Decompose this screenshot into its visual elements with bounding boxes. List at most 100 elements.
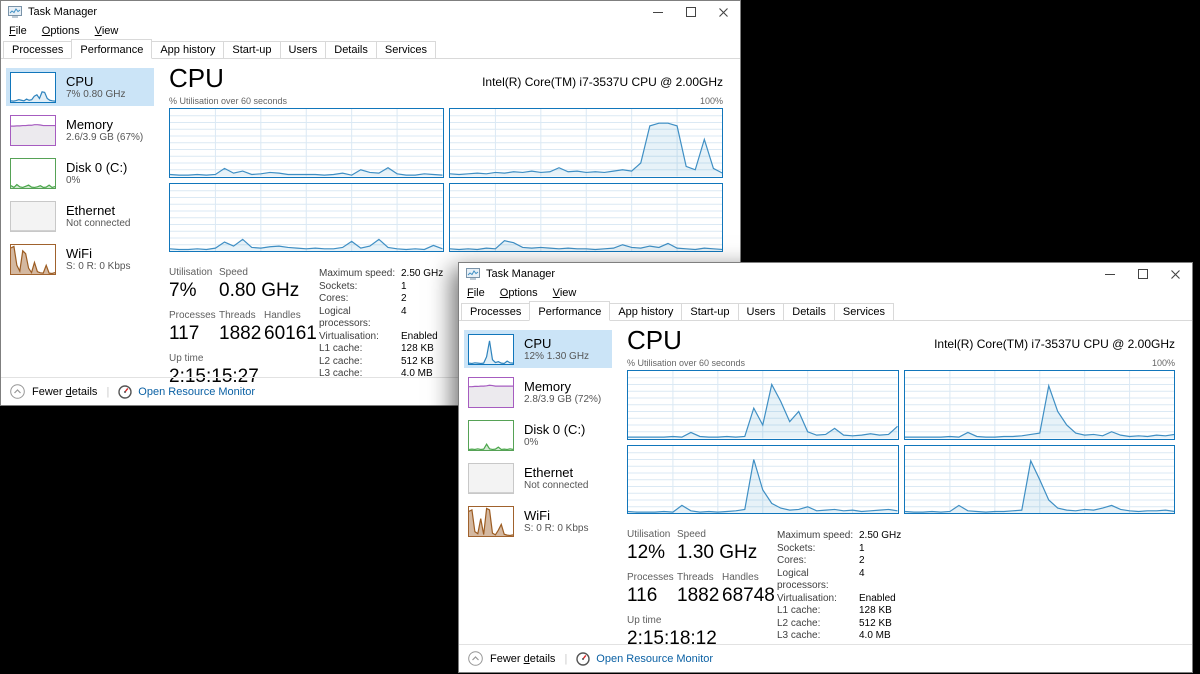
minimize-button[interactable] bbox=[641, 1, 674, 23]
maximize-icon bbox=[1138, 269, 1148, 279]
spec-label: Maximum speed: bbox=[319, 268, 401, 281]
fewer-details-button[interactable]: Fewer details bbox=[468, 651, 555, 666]
menu-view[interactable]: View bbox=[95, 25, 119, 37]
tab-processes[interactable]: Processes bbox=[3, 41, 72, 58]
spec-value: 1 bbox=[859, 543, 865, 556]
spec-value: 2 bbox=[401, 293, 407, 306]
title-bar[interactable]: Task Manager bbox=[459, 263, 1192, 285]
panel-title: CPU bbox=[169, 63, 224, 93]
utilisation-value: 12% bbox=[627, 541, 677, 565]
performance-sidebar: CPU7% 0.80 GHz Memory2.6/3.9 GB (67%) Di… bbox=[1, 59, 161, 377]
sidebar-item-cpu[interactable]: CPU12% 1.30 GHz bbox=[464, 330, 612, 368]
sidebar-item-detail: 0% bbox=[524, 437, 585, 449]
spec-label: Virtualisation: bbox=[777, 593, 859, 606]
open-resource-monitor-label: Open Resource Monitor bbox=[138, 386, 255, 398]
tab-bar: Processes Performance App history Start-… bbox=[1, 39, 740, 59]
cpu-device-name: Intel(R) Core(TM) i7-3537U CPU @ 2.00GHz bbox=[482, 75, 723, 93]
fewer-details-button[interactable]: Fewer details bbox=[10, 384, 97, 399]
utilisation-value: 7% bbox=[169, 279, 219, 303]
threads-label: Threads bbox=[219, 310, 264, 322]
cpu-panel-header: CPU Intel(R) Core(TM) i7-3537U CPU @ 2.0… bbox=[169, 63, 723, 93]
spec-label: L2 cache: bbox=[319, 356, 401, 369]
menu-file[interactable]: File bbox=[467, 287, 485, 299]
sidebar-item-name: Disk 0 (C:) bbox=[524, 422, 585, 437]
sidebar-item-ethernet[interactable]: EthernetNot connected bbox=[464, 459, 612, 497]
graph-meta: % Utilisation over 60 seconds 100% bbox=[169, 96, 723, 106]
tab-users[interactable]: Users bbox=[738, 303, 785, 320]
spec-value: 4 bbox=[401, 306, 407, 331]
tab-app-history[interactable]: App history bbox=[151, 41, 224, 58]
menu-file[interactable]: File bbox=[9, 25, 27, 37]
cpu-stats: Utilisation12% Speed1.30 GHz Processes11… bbox=[627, 529, 1175, 658]
sidebar-item-memory[interactable]: Memory2.8/3.9 GB (72%) bbox=[464, 373, 612, 411]
spec-value: 512 KB bbox=[401, 356, 434, 369]
handles-value: 68748 bbox=[722, 584, 775, 608]
menu-options[interactable]: Options bbox=[500, 287, 538, 299]
graph-meta: % Utilisation over 60 seconds 100% bbox=[627, 358, 1175, 368]
sidebar-item-ethernet[interactable]: EthernetNot connected bbox=[6, 197, 154, 235]
spec-label: L1 cache: bbox=[319, 343, 401, 356]
sidebar-item-detail: 12% 1.30 GHz bbox=[524, 351, 589, 363]
sidebar-item-cpu[interactable]: CPU7% 0.80 GHz bbox=[6, 68, 154, 106]
speed-label: Speed bbox=[219, 267, 299, 279]
threads-label: Threads bbox=[677, 572, 722, 584]
open-resource-monitor-label: Open Resource Monitor bbox=[596, 653, 713, 665]
minimize-button[interactable] bbox=[1093, 263, 1126, 285]
cpu-device-name: Intel(R) Core(TM) i7-3537U CPU @ 2.00GHz bbox=[934, 337, 1175, 355]
maximize-button[interactable] bbox=[674, 1, 707, 23]
disk-mini-graph bbox=[468, 420, 514, 451]
sidebar-item-memory[interactable]: Memory2.6/3.9 GB (67%) bbox=[6, 111, 154, 149]
title-bar[interactable]: Task Manager bbox=[1, 1, 740, 23]
spec-label: Sockets: bbox=[777, 543, 859, 556]
spec-value: 2 bbox=[859, 555, 865, 568]
processes-value: 117 bbox=[169, 322, 219, 346]
tab-services[interactable]: Services bbox=[834, 303, 894, 320]
graph-max-label: 100% bbox=[700, 96, 723, 106]
spec-label: Cores: bbox=[319, 293, 401, 306]
sidebar-item-disk[interactable]: Disk 0 (C:)0% bbox=[6, 154, 154, 192]
desktop-background: { "colors":{"accent_blue":"#1176bb","sel… bbox=[0, 0, 1200, 674]
close-button[interactable] bbox=[707, 1, 740, 23]
spec-label: L3 cache: bbox=[777, 630, 859, 643]
tab-app-history[interactable]: App history bbox=[609, 303, 682, 320]
fewer-details-label: Fewer details bbox=[490, 653, 555, 665]
footer-bar: Fewer details | Open Resource Monitor bbox=[459, 644, 1192, 672]
cpu-core-graph-4 bbox=[904, 445, 1176, 515]
tab-performance[interactable]: Performance bbox=[71, 39, 152, 59]
task-manager-app-icon bbox=[8, 6, 22, 18]
tab-performance[interactable]: Performance bbox=[529, 301, 610, 321]
tab-processes[interactable]: Processes bbox=[461, 303, 530, 320]
tab-details[interactable]: Details bbox=[325, 41, 377, 58]
handles-label: Handles bbox=[722, 572, 775, 584]
spec-value: 4 bbox=[859, 568, 865, 593]
spec-value: 1 bbox=[401, 281, 407, 294]
tab-services[interactable]: Services bbox=[376, 41, 436, 58]
tab-users[interactable]: Users bbox=[280, 41, 327, 58]
open-resource-monitor-link[interactable]: Open Resource Monitor bbox=[576, 652, 713, 666]
tab-start-up[interactable]: Start-up bbox=[681, 303, 738, 320]
sidebar-item-wifi[interactable]: WiFiS: 0 R: 0 Kbps bbox=[464, 502, 612, 540]
sidebar-item-wifi[interactable]: WiFiS: 0 R: 0 Kbps bbox=[6, 240, 154, 278]
sidebar-item-detail: Not connected bbox=[524, 480, 589, 492]
menu-view[interactable]: View bbox=[553, 287, 577, 299]
spec-value: Enabled bbox=[401, 331, 438, 344]
tab-details[interactable]: Details bbox=[783, 303, 835, 320]
tab-start-up[interactable]: Start-up bbox=[223, 41, 280, 58]
threads-value: 1882 bbox=[677, 584, 722, 608]
sidebar-item-detail: S: 0 R: 0 Kbps bbox=[66, 261, 130, 273]
window-title: Task Manager bbox=[28, 6, 97, 18]
spec-value: 2.50 GHz bbox=[859, 530, 901, 543]
disk-mini-graph bbox=[10, 158, 56, 189]
resource-monitor-icon bbox=[576, 652, 590, 666]
window-title: Task Manager bbox=[486, 268, 555, 280]
maximize-button[interactable] bbox=[1126, 263, 1159, 285]
spec-label: Cores: bbox=[777, 555, 859, 568]
cpu-mini-graph bbox=[10, 72, 56, 103]
sidebar-item-disk[interactable]: Disk 0 (C:)0% bbox=[464, 416, 612, 454]
cpu-core-graphs bbox=[627, 370, 1175, 514]
close-button[interactable] bbox=[1159, 263, 1192, 285]
performance-content: CPU12% 1.30 GHz Memory2.8/3.9 GB (72%) D… bbox=[459, 321, 1192, 644]
menu-options[interactable]: Options bbox=[42, 25, 80, 37]
footer-divider: | bbox=[106, 386, 109, 398]
open-resource-monitor-link[interactable]: Open Resource Monitor bbox=[118, 385, 255, 399]
